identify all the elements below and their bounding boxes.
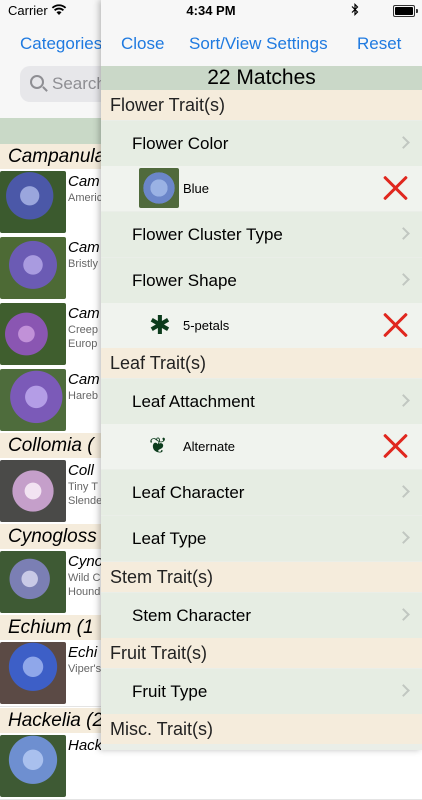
species-thumbnail xyxy=(0,642,66,704)
chevron-right-icon xyxy=(397,608,410,621)
sort-view-settings-button[interactable]: Sort/View Settings xyxy=(189,34,328,54)
status-bar: Carrier 4:34 PM xyxy=(0,0,422,22)
species-name: Coll xyxy=(68,462,94,479)
reset-button[interactable]: Reset xyxy=(357,34,401,54)
trait-row-flower-shape[interactable]: Flower Shape xyxy=(101,258,422,303)
trait-label: Leaf Type xyxy=(132,529,207,548)
selected-value-label: Alternate xyxy=(183,439,236,454)
trait-row-leaf-character[interactable]: Leaf Character xyxy=(101,470,422,515)
species-thumbnail xyxy=(0,735,66,797)
species-common-name: Creep Europ xyxy=(68,324,98,350)
section-header-flower-traits: Flower Trait(s) xyxy=(101,90,422,120)
selected-value-5-petals: ✱ 5-petals xyxy=(101,303,422,348)
species-name: Cyno xyxy=(68,553,104,570)
trait-label: Fruit Type xyxy=(132,682,208,701)
search-icon xyxy=(30,75,44,89)
search-placeholder: Search xyxy=(52,74,106,93)
section-header-fruit-traits: Fruit Trait(s) xyxy=(101,638,422,668)
species-name: Cam xyxy=(68,239,100,256)
section-header-stem-traits: Stem Trait(s) xyxy=(101,562,422,592)
species-thumbnail xyxy=(0,303,66,365)
chevron-right-icon xyxy=(397,684,410,697)
species-thumbnail xyxy=(0,460,66,522)
species-thumbnail xyxy=(0,237,66,299)
chevron-right-icon xyxy=(397,485,410,498)
trait-label: Flower Shape xyxy=(132,271,237,290)
remove-x-icon[interactable] xyxy=(382,174,410,202)
chevron-right-icon xyxy=(397,531,410,544)
categories-button[interactable]: Categories xyxy=(20,34,102,54)
section-header-leaf-traits: Leaf Trait(s) xyxy=(101,348,422,378)
trait-label: Leaf Character xyxy=(132,483,245,502)
species-common-name: Bristly xyxy=(68,258,98,270)
species-common-name: Americ xyxy=(68,192,103,204)
bluetooth-icon xyxy=(351,3,359,16)
trait-label: Flower Color xyxy=(132,134,229,153)
battery-icon xyxy=(393,5,418,17)
species-common-name: Hareb xyxy=(68,390,98,402)
close-button[interactable]: Close xyxy=(121,34,164,54)
chevron-right-icon xyxy=(397,273,410,286)
section-header-misc-traits: Misc. Trait(s) xyxy=(101,714,422,744)
trait-label: Flower Cluster Type xyxy=(132,225,283,244)
species-name: Echi xyxy=(68,644,98,661)
alternate-leaf-icon: ❦ xyxy=(149,433,168,458)
species-name: Hack xyxy=(68,737,103,754)
species-name: Cam xyxy=(68,173,100,190)
chevron-right-icon xyxy=(397,136,410,149)
blue-flower-photo xyxy=(139,168,179,208)
trait-row-flower-cluster-type[interactable]: Flower Cluster Type xyxy=(101,212,422,257)
trait-label: Leaf Attachment xyxy=(132,392,255,411)
selected-value-alternate: ❦ Alternate xyxy=(101,424,422,469)
chevron-right-icon xyxy=(397,227,410,240)
trait-row-leaf-type[interactable]: Leaf Type xyxy=(101,516,422,561)
species-common-name: Viper's xyxy=(68,663,102,675)
species-thumbnail xyxy=(0,171,66,233)
five-petal-icon: ✱ xyxy=(149,310,171,340)
remove-x-icon[interactable] xyxy=(382,432,410,460)
trait-row-stem-character[interactable]: Stem Character xyxy=(101,593,422,638)
remove-x-icon[interactable] xyxy=(382,311,410,339)
species-name: Cam xyxy=(68,371,100,388)
species-name: Cam xyxy=(68,305,100,322)
selected-value-label: Blue xyxy=(183,181,210,196)
filter-drawer: Close Sort/View Settings Reset 22 Matche… xyxy=(101,0,422,750)
species-thumbnail xyxy=(0,369,66,431)
trait-row-fruit-type[interactable]: Fruit Type xyxy=(101,669,422,714)
trait-row-flower-color[interactable]: Flower Color xyxy=(101,121,422,166)
species-common-name: Wild C Hound xyxy=(68,572,101,598)
species-thumbnail xyxy=(0,551,66,613)
trait-label: Stem Character xyxy=(132,606,252,625)
selected-value-blue: Blue xyxy=(101,166,422,211)
chevron-right-icon xyxy=(397,394,410,407)
selected-value-label: 5-petals xyxy=(183,318,230,333)
matches-count: 22 Matches xyxy=(101,66,422,90)
trait-row-leaf-attachment[interactable]: Leaf Attachment xyxy=(101,379,422,424)
species-common-name: Tiny T Slende xyxy=(68,481,103,507)
